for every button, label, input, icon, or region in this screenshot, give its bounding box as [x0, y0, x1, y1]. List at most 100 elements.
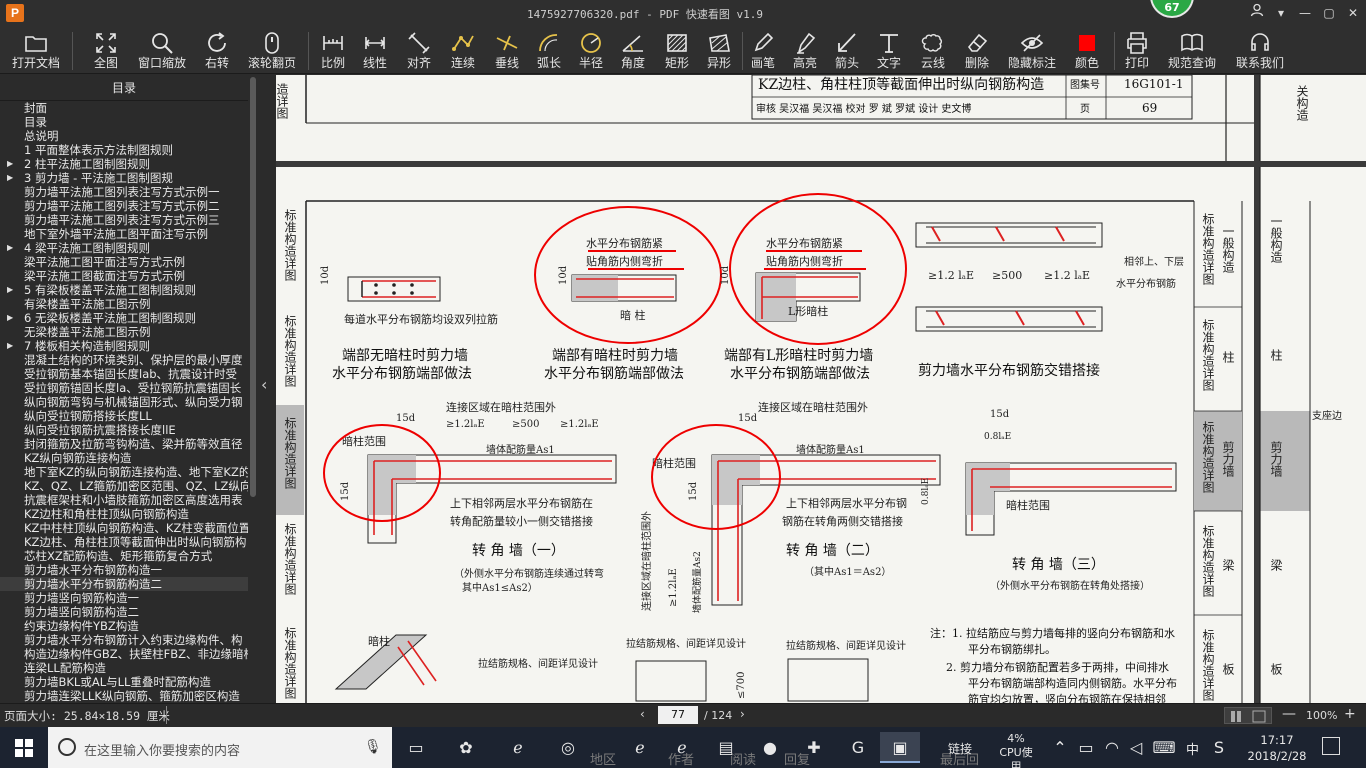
- tray-link[interactable]: 链接: [948, 740, 972, 757]
- toc-item[interactable]: 受拉钢筋锚固长度la、受拉钢筋抗震锚固长: [0, 381, 248, 395]
- minimize-button[interactable]: —: [1294, 3, 1316, 23]
- spec-query-button[interactable]: 规范查询: [1164, 30, 1220, 72]
- toc-item[interactable]: 1 平面整体表示方法制图规则: [0, 143, 248, 157]
- notification-center-icon[interactable]: [1322, 737, 1340, 755]
- ime-indicator[interactable]: 中: [1186, 739, 1199, 758]
- toc-item[interactable]: KZ中柱柱顶纵向钢筋构造、KZ柱变截面位置: [0, 521, 248, 535]
- fit-all-button[interactable]: 全图: [88, 30, 124, 72]
- microphone-icon[interactable]: 🎙: [364, 739, 382, 755]
- toc-item[interactable]: 剪力墙BKL或AL与LL重叠时配筋构造: [0, 675, 248, 689]
- cloud-line-button[interactable]: 云线: [916, 30, 950, 72]
- chrome-like-app-icon[interactable]: G: [838, 732, 878, 763]
- next-page-button[interactable]: ›: [740, 707, 745, 721]
- toc-item[interactable]: 梁平法施工图平面注写方式示例: [0, 255, 248, 269]
- toc-item[interactable]: ▶ 5 有梁板楼盖平法施工图制图规则: [0, 283, 248, 297]
- collapse-sidebar-button[interactable]: ‹: [258, 75, 276, 703]
- toc-item[interactable]: 剪力墙竖向钢筋构造二: [0, 605, 248, 619]
- menu-dropdown-icon[interactable]: ▾: [1270, 3, 1292, 23]
- restore-button[interactable]: ▢: [1318, 3, 1340, 23]
- expand-arrow-icon[interactable]: ▶: [7, 283, 13, 297]
- toc-item[interactable]: ▶ 7 楼板相关构造制图规则: [0, 339, 248, 353]
- toc-item[interactable]: 剪力墙水平分布钢筋构造一: [0, 563, 248, 577]
- chevron-up-icon[interactable]: ⌃: [1050, 732, 1070, 763]
- page-number-input[interactable]: [658, 706, 698, 724]
- contact-us-button[interactable]: 联系我们: [1232, 30, 1288, 72]
- expand-arrow-icon[interactable]: ▶: [7, 157, 13, 171]
- delete-button[interactable]: 删除: [960, 30, 994, 72]
- color-button[interactable]: 颜色: [1070, 30, 1104, 72]
- toc-item[interactable]: 梁平法施工图截面注写方式示例: [0, 269, 248, 283]
- expand-arrow-icon[interactable]: ▶: [7, 339, 13, 353]
- toc-item[interactable]: 有梁楼盖平法施工图示例: [0, 297, 248, 311]
- arrow-button[interactable]: 箭头: [830, 30, 864, 72]
- perpendicular-button[interactable]: 垂线: [490, 30, 524, 72]
- angle-button[interactable]: 角度: [616, 30, 650, 72]
- toc-scrollbar-thumb[interactable]: [250, 77, 256, 497]
- zoom-in-button[interactable]: +: [1344, 706, 1356, 722]
- pdf-viewer-taskbar-icon[interactable]: ▣: [880, 732, 920, 763]
- toc-item[interactable]: 纵向钢筋弯钩与机械锚固形式、纵向受力钢: [0, 395, 248, 409]
- toc-item[interactable]: KZ、QZ、LZ箍筋加密区范围、QZ、LZ纵向钢: [0, 479, 248, 493]
- text-button[interactable]: 文字: [872, 30, 906, 72]
- wifi-icon[interactable]: ◠: [1100, 732, 1124, 763]
- edge-browser-icon[interactable]: ℯ: [620, 732, 660, 763]
- toc-item[interactable]: 剪力墙水平分布钢筋构造二: [0, 577, 248, 591]
- swirl-app-icon[interactable]: ◎: [548, 732, 588, 763]
- toc-item[interactable]: 目录: [0, 115, 248, 129]
- aligned-dim-button[interactable]: 对齐: [402, 30, 436, 72]
- keyboard-icon[interactable]: ⌨: [1150, 732, 1178, 763]
- toc-item[interactable]: 剪力墙平法施工图列表注写方式示例三: [0, 213, 248, 227]
- toc-item[interactable]: 地下室外墙平法施工图平面注写示例: [0, 227, 248, 241]
- prev-page-button[interactable]: ‹: [640, 707, 645, 721]
- expand-arrow-icon[interactable]: ▶: [7, 311, 13, 325]
- radius-button[interactable]: 半径: [574, 30, 608, 72]
- toc-item[interactable]: 约束边缘构件YBZ构造: [0, 619, 248, 633]
- polygon-button[interactable]: 异形: [702, 30, 736, 72]
- toc-item[interactable]: KZ边柱和角柱柱顶纵向钢筋构造: [0, 507, 248, 521]
- toc-item[interactable]: 剪力墙竖向钢筋构造一: [0, 591, 248, 605]
- toc-item[interactable]: ▶ 2 柱平法施工图制图规则: [0, 157, 248, 171]
- toc-item[interactable]: 剪力墙平法施工图列表注写方式示例二: [0, 199, 248, 213]
- blue-plus-app-icon[interactable]: ✚: [794, 732, 834, 763]
- rotate-right-button[interactable]: 右转: [200, 30, 234, 72]
- toc-item[interactable]: ▶ 6 无梁板楼盖平法施工图制图规则: [0, 311, 248, 325]
- taskbar-clock[interactable]: 17:17 2018/2/28: [1246, 732, 1308, 764]
- toc-list[interactable]: 封面 目录 总说明 1 平面整体表示方法制图规则 ▶ 2 柱平法施工图制图规则 ▶ 3 剪力墙…: [0, 101, 248, 703]
- toc-item[interactable]: 无梁楼盖平法施工图示例: [0, 325, 248, 339]
- continuous-dim-button[interactable]: 连续: [446, 30, 480, 72]
- toc-item[interactable]: 纵向受拉钢筋搭接长度LL: [0, 409, 248, 423]
- document-view[interactable]: 造详图 KZ边柱、角柱柱顶等截面伸出时纵向钢筋构造 图集号 16G101-1 页…: [276, 75, 1366, 703]
- view-mode-buttons[interactable]: [1224, 707, 1272, 724]
- toc-item[interactable]: 封面: [0, 101, 248, 115]
- expand-arrow-icon[interactable]: ▶: [7, 241, 13, 255]
- print-button[interactable]: 打印: [1120, 30, 1154, 72]
- toc-item[interactable]: 芯柱XZ配筋构造、矩形箍筋复合方式: [0, 549, 248, 563]
- hide-annotations-button[interactable]: 隐藏标注: [1004, 30, 1060, 72]
- scale-button[interactable]: 比例: [316, 30, 350, 72]
- zoom-window-button[interactable]: 窗口缩放: [134, 30, 190, 72]
- toc-item[interactable]: 受拉钢筋基本锚固长度lab、抗震设计时受: [0, 367, 248, 381]
- toc-item[interactable]: 抗震框架柱和小墙肢箍筋加密区高度选用表: [0, 493, 248, 507]
- toc-item[interactable]: 总说明: [0, 129, 248, 143]
- volume-icon[interactable]: ◁: [1124, 732, 1148, 763]
- toc-item[interactable]: 混凝土结构的环境类别、保护层的最小厚度: [0, 353, 248, 367]
- pen-button[interactable]: 画笔: [746, 30, 780, 72]
- battery-icon[interactable]: ▭: [1074, 732, 1098, 763]
- close-button[interactable]: ✕: [1342, 3, 1364, 23]
- toc-item[interactable]: 剪力墙连梁LLK纵向钢筋、箍筋加密区构造: [0, 689, 248, 703]
- ie-browser-icon[interactable]: ℯ: [498, 732, 538, 763]
- fan-app-icon[interactable]: ✿: [446, 732, 486, 763]
- toc-item[interactable]: 构造边缘构件GBZ、扶壁柱FBZ、非边缘暗柱: [0, 647, 248, 661]
- toc-item[interactable]: 地下室KZ的纵向钢筋连接构造、地下室KZ的: [0, 465, 248, 479]
- expand-arrow-icon[interactable]: ▶: [7, 171, 13, 185]
- zoom-out-button[interactable]: —: [1282, 706, 1296, 722]
- toc-item[interactable]: 封闭箍筋及拉筋弯钩构造、梁并筋等效直径: [0, 437, 248, 451]
- toc-item[interactable]: ▶ 4 梁平法施工图制图规则: [0, 241, 248, 255]
- task-view-icon[interactable]: ▭: [396, 732, 436, 763]
- toc-item[interactable]: KZ边柱、角柱柱顶等截面伸出时纵向钢筋构: [0, 535, 248, 549]
- toc-item[interactable]: ▶ 3 剪力墙 - 平法施工图制图规: [0, 171, 248, 185]
- user-icon[interactable]: [1246, 3, 1268, 23]
- open-document-button[interactable]: 打开文档: [8, 30, 64, 72]
- linear-dim-button[interactable]: 线性: [358, 30, 392, 72]
- start-button[interactable]: [0, 727, 48, 768]
